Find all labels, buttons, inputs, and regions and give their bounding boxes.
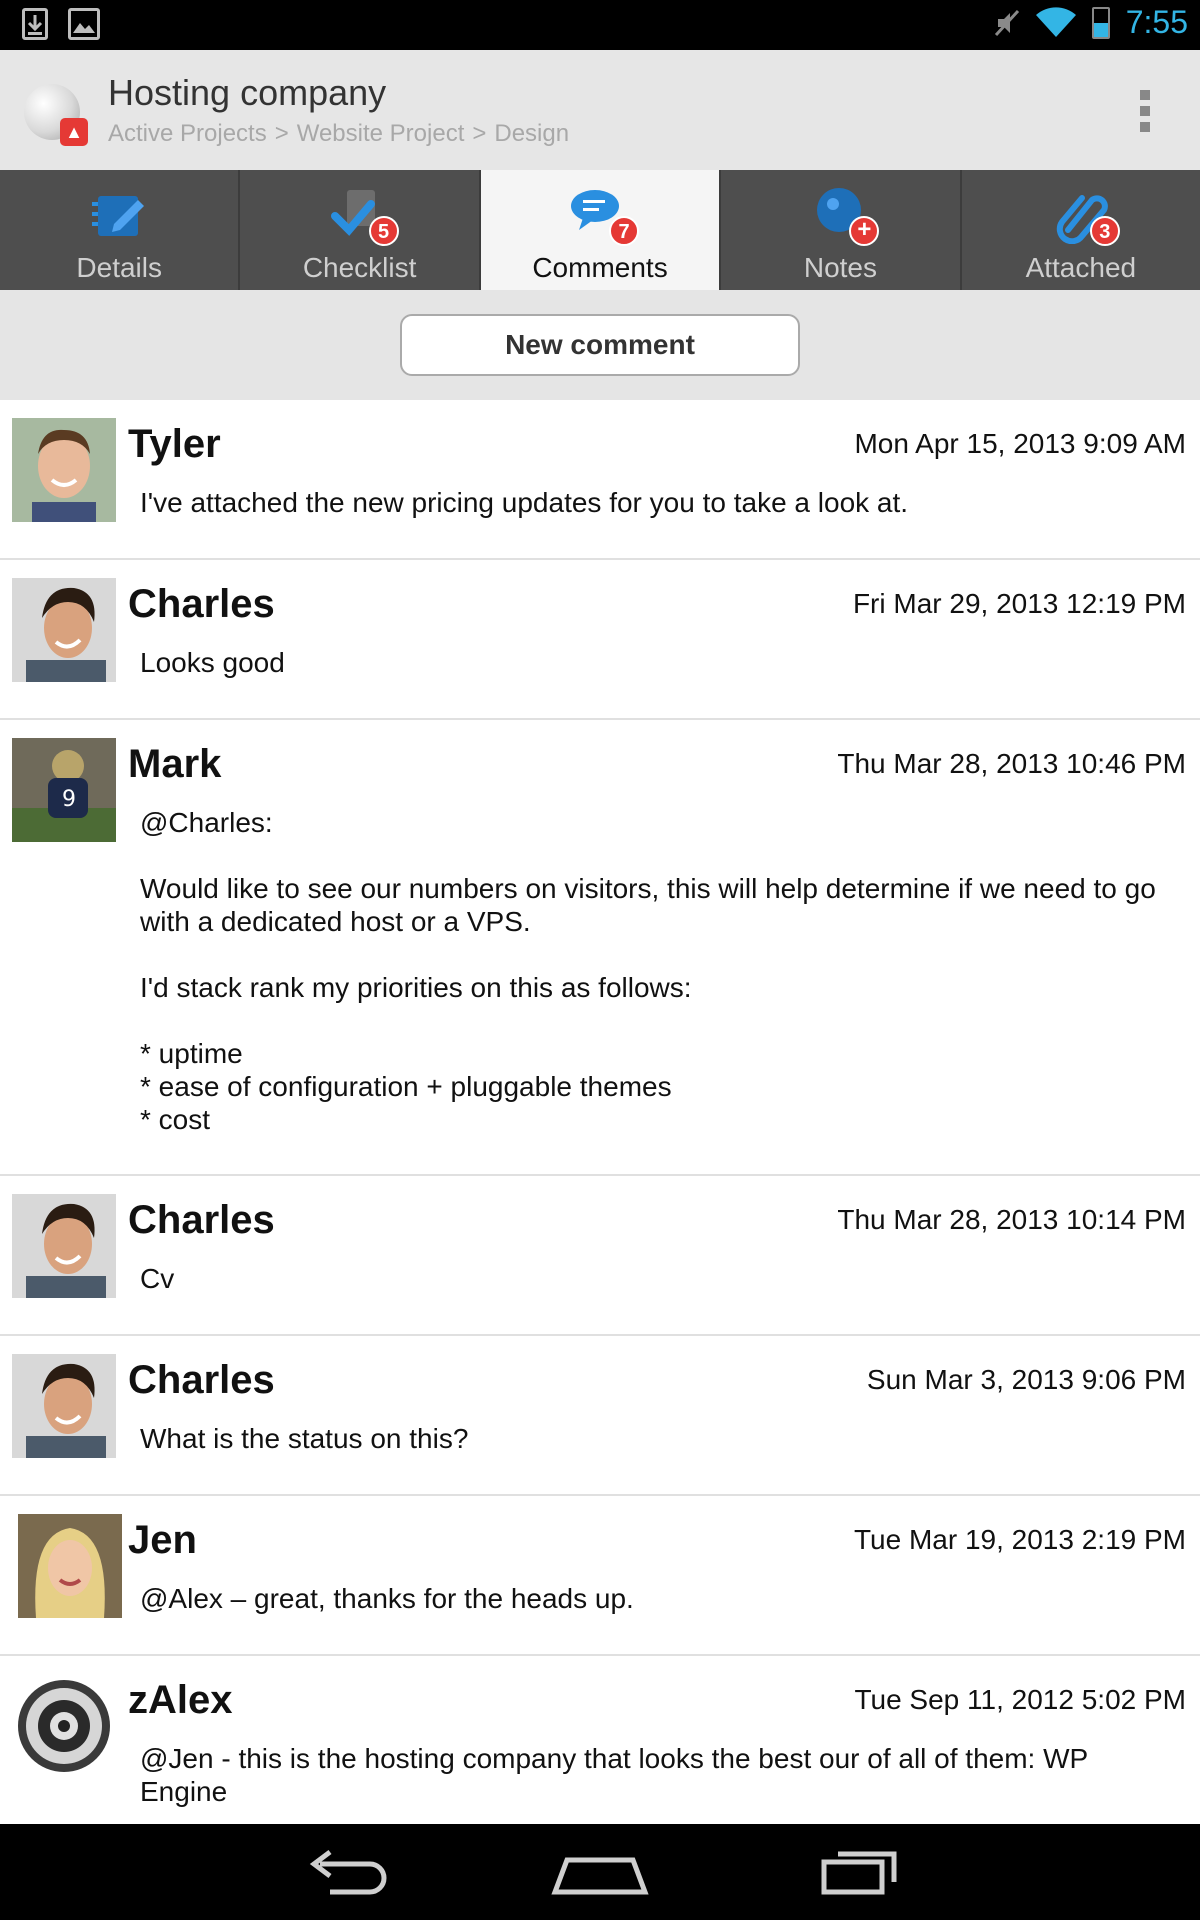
status-left-icons xyxy=(22,8,100,40)
comment-item[interactable]: Charles Sun Mar 3, 2013 9:06 PM What is … xyxy=(0,1336,1200,1496)
comment-author: Charles xyxy=(128,1358,275,1402)
comment-item[interactable]: zAlex Tue Sep 11, 2012 5:02 PM @Jen - th… xyxy=(0,1656,1200,1824)
comment-author: zAlex xyxy=(128,1678,233,1722)
navigation-bar xyxy=(0,1824,1200,1920)
checklist-badge: 5 xyxy=(368,216,399,246)
comment-body: I've attached the new pricing updates fo… xyxy=(140,487,909,518)
comment-author: Mark xyxy=(128,742,222,786)
notes-icon: + xyxy=(805,184,880,246)
new-comment-bar: New comment xyxy=(0,290,1200,400)
comment-author: Jen xyxy=(128,1518,197,1562)
tab-label: Attached xyxy=(1025,252,1137,283)
tab-notes[interactable]: + Notes xyxy=(721,170,962,290)
tab-label: Details xyxy=(76,252,162,283)
comment-author: Tyler xyxy=(128,422,221,466)
comment-body: @Charles: Would like to see our numbers … xyxy=(140,807,1156,1135)
breadcrumb-item-website-project[interactable]: Website Project xyxy=(297,120,465,148)
new-comment-button[interactable]: New comment xyxy=(400,314,800,376)
charles-avatar xyxy=(12,1354,116,1458)
charles-avatar xyxy=(12,578,116,682)
breadcrumb: Active Projects > Website Project > Desi… xyxy=(108,120,569,148)
comment-item[interactable]: 9 Mark Thu Mar 28, 2013 10:46 PM @Charle… xyxy=(0,720,1200,1176)
wifi-icon xyxy=(1035,6,1076,37)
comment-item[interactable]: Charles Thu Mar 28, 2013 10:14 PM Cv xyxy=(0,1176,1200,1336)
tyler-avatar xyxy=(12,418,116,522)
status-bar: 7:55 xyxy=(0,0,1200,50)
tab-details[interactable]: Details xyxy=(0,170,241,290)
back-icon[interactable] xyxy=(290,1842,400,1902)
comment-timestamp: Thu Mar 28, 2013 10:14 PM xyxy=(837,1204,1186,1235)
clock: 7:55 xyxy=(1125,4,1188,40)
breadcrumb-item-active-projects[interactable]: Active Projects xyxy=(108,120,267,148)
tab-label: Comments xyxy=(532,252,668,283)
comment-item[interactable]: Jen Tue Mar 19, 2013 2:19 PM @Alex – gre… xyxy=(0,1496,1200,1656)
flame-icon: ▲ xyxy=(60,118,88,146)
overflow-menu-icon[interactable] xyxy=(1140,90,1150,132)
status-right-icons: 7:55 xyxy=(994,4,1188,41)
comment-author: Charles xyxy=(128,582,275,626)
tab-label: Checklist xyxy=(302,252,417,283)
svg-text:9: 9 xyxy=(62,787,76,812)
recents-icon[interactable] xyxy=(800,1842,910,1902)
comment-body: @Jen - this is the hosting company that … xyxy=(140,1743,1088,1807)
jen-avatar xyxy=(18,1514,122,1618)
action-bar: ▲ Hosting company Active Projects > Webs… xyxy=(0,50,1200,170)
comments-icon: 7 xyxy=(565,184,640,246)
tab-label: Notes xyxy=(803,252,877,283)
image-icon xyxy=(68,8,100,40)
comment-item[interactable]: Tyler Mon Apr 15, 2013 9:09 AM I've atta… xyxy=(0,400,1200,560)
breadcrumb-separator: > xyxy=(472,120,487,147)
comment-timestamp: Fri Mar 29, 2013 12:19 PM xyxy=(852,588,1186,619)
tab-bar: Details 5 Checklist 7 Comments + Notes 3… xyxy=(0,170,1200,290)
mute-icon xyxy=(994,9,1019,36)
comment-item[interactable]: Charles Fri Mar 29, 2013 12:19 PM Looks … xyxy=(0,560,1200,720)
comment-timestamp: Mon Apr 15, 2013 9:09 AM xyxy=(854,428,1186,459)
charles-avatar xyxy=(12,1194,116,1298)
notes-add-badge: + xyxy=(849,216,880,246)
tab-comments[interactable]: 7 Comments xyxy=(480,170,722,290)
attached-badge: 3 xyxy=(1089,216,1120,246)
comment-timestamp: Tue Mar 19, 2013 2:19 PM xyxy=(853,1524,1186,1555)
paperclip-icon: 3 xyxy=(1046,184,1120,246)
home-icon[interactable] xyxy=(545,1842,655,1902)
breadcrumb-item-design: Design xyxy=(494,120,570,147)
details-icon xyxy=(84,184,154,244)
breadcrumb-separator: > xyxy=(274,120,289,147)
checklist-icon: 5 xyxy=(325,184,399,246)
tab-attached[interactable]: 3 Attached xyxy=(962,170,1200,290)
comment-body: Looks good xyxy=(140,647,285,678)
comment-body: Cv xyxy=(140,1263,175,1294)
comments-list[interactable]: Tyler Mon Apr 15, 2013 9:09 AM I've atta… xyxy=(0,400,1200,1824)
comment-timestamp: Thu Mar 28, 2013 10:46 PM xyxy=(837,748,1186,779)
download-icon xyxy=(22,8,48,40)
comment-author: Charles xyxy=(128,1198,275,1242)
app-logo-icon[interactable]: ▲ xyxy=(24,84,88,146)
comment-timestamp: Tue Sep 11, 2012 5:02 PM xyxy=(854,1684,1186,1715)
page-title: Hosting company xyxy=(108,72,387,113)
mark-avatar: 9 xyxy=(12,738,116,842)
comment-body: What is the status on this? xyxy=(140,1423,469,1454)
tab-checklist[interactable]: 5 Checklist xyxy=(240,170,481,290)
roomba-avatar xyxy=(12,1674,116,1778)
comment-timestamp: Sun Mar 3, 2013 9:06 PM xyxy=(866,1364,1186,1395)
battery-icon xyxy=(1091,6,1110,39)
comment-body: @Alex – great, thanks for the heads up. xyxy=(140,1583,634,1614)
comments-badge: 7 xyxy=(609,216,640,246)
